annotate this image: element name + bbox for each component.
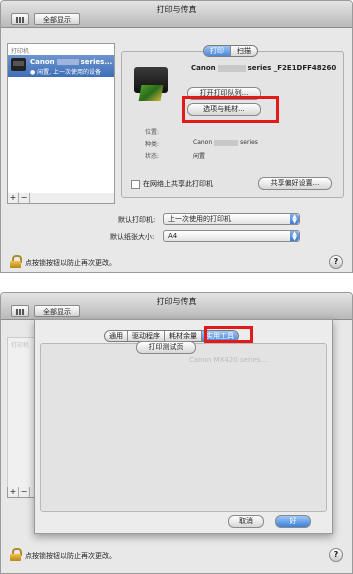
printer-image (130, 63, 170, 105)
tab-supply-levels[interactable]: 耗材余量 (165, 331, 202, 341)
help-button[interactable]: ? (329, 548, 343, 562)
tab-driver[interactable]: 驱动程序 (128, 331, 165, 341)
kind-value: Canon series (193, 139, 258, 146)
printer-list-item[interactable]: Canon series... ● 闲置, 上一次使用的设备 (8, 55, 114, 77)
print-test-page-button[interactable]: 打印测试页 (136, 341, 196, 354)
highlight-box (204, 326, 253, 343)
sharing-preferences-button[interactable]: 共享偏好设置... (258, 177, 332, 190)
printer-icon (11, 58, 26, 71)
lock-hint-text: 点按锁按钮以防止再次更改。 (25, 552, 116, 560)
status-value: 闲置 (193, 153, 206, 160)
printer-list[interactable]: 打印机 Canon series... ● 闲置, 上一次使用的设备 (7, 43, 115, 195)
printer-model-name: Canon series _F2E1DFF48260 (191, 64, 337, 72)
lock-icon[interactable] (10, 255, 22, 268)
highlight-box (182, 96, 279, 123)
ok-button[interactable]: 好 (275, 515, 311, 528)
select-arrows-icon: ▲ ▼ (290, 214, 299, 225)
kind-label: 种类: (145, 141, 160, 148)
tab-scan[interactable]: 扫描 (231, 46, 257, 56)
print-scan-tabs: 打印 扫描 (203, 45, 258, 57)
utility-pane: Canon MX420 series... (40, 343, 327, 512)
add-printer-button[interactable]: + (8, 487, 19, 497)
printer-list-item-status: ● 闲置, 上一次使用的设备 (30, 69, 101, 76)
cancel-button[interactable]: 取消 (228, 515, 264, 528)
printer-list-controls: + − (7, 193, 115, 204)
checkbox-box (131, 179, 140, 189)
window-titlebar: 打印与传真 全部显示 (1, 293, 352, 320)
tab-general[interactable]: 通用 (105, 331, 128, 341)
default-printer-select[interactable]: 上一次使用的打印机 ▲ ▼ (163, 213, 300, 225)
lock-icon[interactable] (10, 548, 22, 561)
tab-print[interactable]: 打印 (204, 46, 231, 56)
status-label: 状态: (145, 153, 160, 160)
grid-view-button[interactable] (11, 13, 29, 25)
grid-icon (16, 17, 24, 23)
lock-hint-text: 点按锁按钮以防止再次更改。 (25, 259, 116, 267)
default-printer-label: 默认打印机: (118, 216, 156, 224)
window-titlebar: 打印与传真 全部显示 (1, 1, 352, 28)
grid-icon (16, 309, 24, 315)
printer-list-item-name: Canon series... (30, 58, 113, 66)
background-model-text: Canon MX420 series... (189, 356, 268, 364)
share-printer-checkbox[interactable]: 在网络上共享此打印机 (131, 179, 213, 189)
show-all-button[interactable]: 全部显示 (34, 13, 80, 25)
location-label: 位置: (145, 129, 160, 136)
remove-printer-button[interactable]: − (19, 487, 30, 497)
add-printer-button[interactable]: + (8, 193, 19, 203)
grid-view-button[interactable] (11, 305, 29, 317)
select-arrows-icon: ▲ ▼ (290, 231, 299, 242)
help-button[interactable]: ? (329, 255, 343, 269)
default-paper-label: 默认纸张大小: (110, 233, 155, 241)
default-paper-select[interactable]: A4 ▲ ▼ (163, 230, 300, 242)
remove-printer-button[interactable]: − (19, 193, 30, 203)
show-all-button[interactable]: 全部显示 (34, 305, 80, 317)
